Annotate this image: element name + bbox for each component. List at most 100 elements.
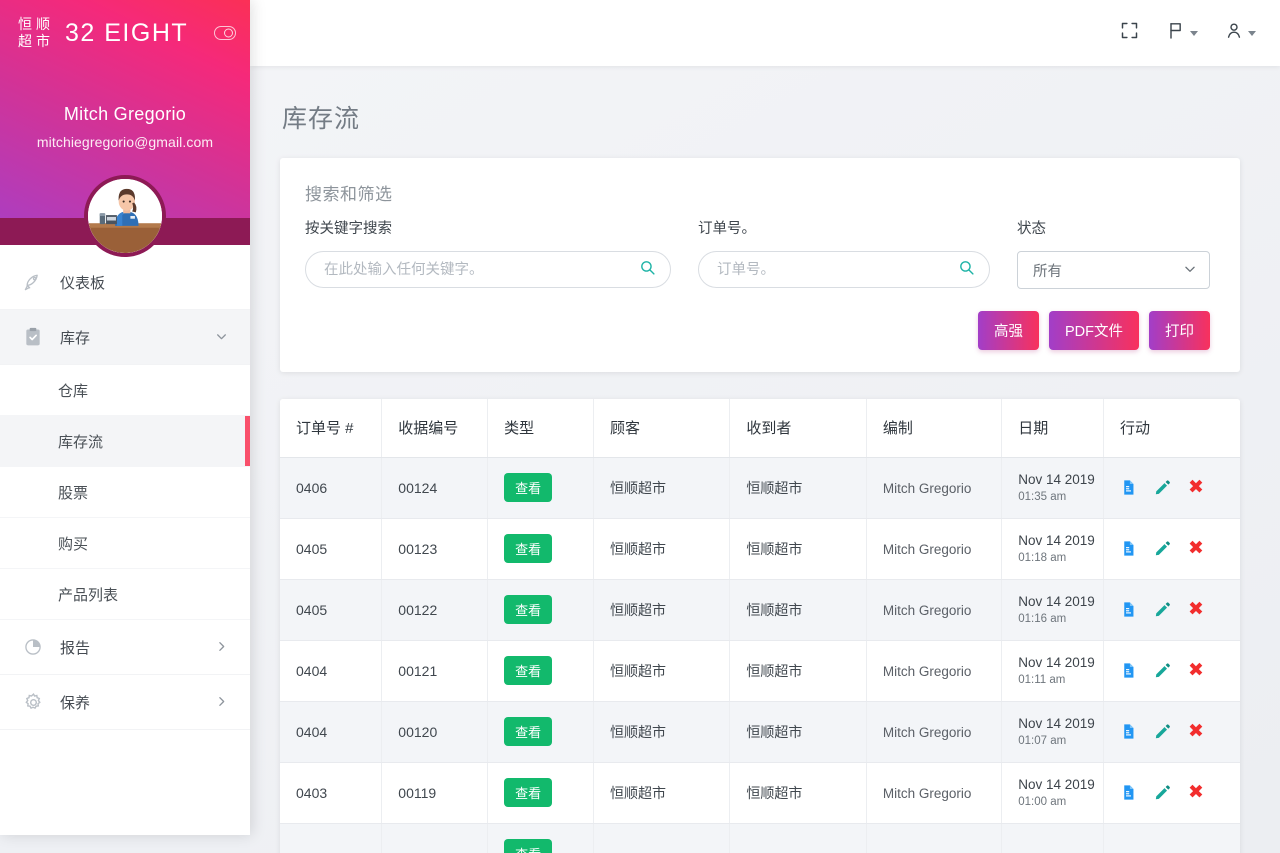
close-x-icon[interactable]: ✖: [1188, 661, 1204, 680]
document-icon[interactable]: [1120, 478, 1137, 497]
document-icon[interactable]: [1120, 661, 1137, 680]
cashier-avatar-icon: [88, 179, 162, 253]
fullscreen-button[interactable]: [1119, 20, 1140, 46]
close-x-icon[interactable]: ✖: [1188, 539, 1204, 558]
sidebar-item-reports[interactable]: 报告: [0, 620, 250, 675]
cell-receipt: 00123: [381, 518, 489, 580]
status-select-value: 所有: [1033, 263, 1062, 280]
flag-dropdown-button[interactable]: [1166, 20, 1198, 46]
pencil-icon[interactable]: [1154, 601, 1171, 618]
cell-prepared: Mitch Gregorio: [866, 701, 1003, 763]
pencil-icon[interactable]: [1154, 723, 1171, 740]
view-badge-button[interactable]: 查看: [504, 534, 553, 563]
table-row[interactable]: 0405 00123 查看 恒顺超市 恒顺超市 Mitch Gregorio Nov 14 …: [280, 518, 1240, 580]
search-input[interactable]: [306, 252, 670, 287]
sidebar-item-inventory[interactable]: 库存: [0, 310, 250, 365]
toggle-switch-icon[interactable]: [214, 26, 236, 40]
view-badge-button[interactable]: 查看: [504, 595, 553, 624]
sidebar-item-dashboard[interactable]: 仪表板: [0, 255, 250, 310]
column-header-date[interactable]: 日期: [1001, 399, 1105, 458]
logo-char-2: 顺: [36, 16, 50, 32]
cell-receipt: 00124: [381, 457, 489, 519]
close-x-icon[interactable]: ✖: [1188, 722, 1204, 741]
document-icon[interactable]: [1120, 783, 1137, 802]
print-button[interactable]: 打印: [1149, 311, 1210, 350]
cell-order: 0406: [280, 457, 383, 519]
cell-customer: 恒顺超市: [593, 640, 731, 702]
sidebar-subitem-stock[interactable]: 股票: [0, 467, 250, 518]
highlight-button[interactable]: 高强: [978, 311, 1039, 350]
document-icon[interactable]: [1120, 539, 1137, 558]
cell-order: 0404: [280, 640, 383, 702]
app-root: 恒 顺 超 市 32 EIGHT Mitch Gregorio mitchieg…: [0, 0, 1280, 853]
clipboard-check-icon: [22, 326, 44, 348]
order-field-group: 订单号。: [698, 217, 990, 289]
cell-receipt: 00119: [381, 762, 489, 824]
column-header-receiver[interactable]: 收到者: [729, 399, 867, 458]
cell-actions: ✖: [1103, 457, 1240, 519]
table-row[interactable]: 0403 00119 查看 恒顺超市 恒顺超市 Mitch Gregorio Nov 14 …: [280, 762, 1240, 824]
pencil-icon[interactable]: [1154, 479, 1171, 496]
cell-customer: [593, 823, 731, 853]
document-icon[interactable]: [1120, 600, 1137, 619]
flag-icon: [1166, 20, 1186, 46]
pdf-button[interactable]: PDF文件: [1049, 311, 1139, 350]
order-number-input[interactable]: [699, 252, 989, 287]
view-badge-button[interactable]: 查看: [504, 656, 553, 685]
cell-date: Nov 14 2019 01:07 am: [1001, 701, 1105, 763]
cell-actions: ✖: [1103, 640, 1240, 702]
filter-row: 按关键字搜索 订单号。: [305, 217, 1210, 289]
topbar: [250, 0, 1280, 66]
user-dropdown-button[interactable]: [1224, 20, 1256, 46]
pencil-icon[interactable]: [1154, 540, 1171, 557]
search-filter-card: 搜索和筛选 按关键字搜索 订单号。: [280, 158, 1240, 372]
filter-button-row: 高强 PDF文件 打印: [305, 311, 1210, 350]
chevron-down-icon: [1183, 262, 1197, 278]
sidebar-subitem-warehouse[interactable]: 仓库: [0, 365, 250, 416]
sidebar-subitem-label: 仓库: [58, 382, 89, 400]
order-input-wrapper[interactable]: [698, 251, 990, 288]
logo-char-1: 恒: [18, 16, 32, 32]
table-row[interactable]: 0405 00122 查看 恒顺超市 恒顺超市 Mitch Gregorio Nov 14 …: [280, 579, 1240, 641]
pencil-icon[interactable]: [1154, 662, 1171, 679]
pie-chart-icon: [22, 636, 44, 658]
column-header-type[interactable]: 类型: [487, 399, 595, 458]
table-row[interactable]: 0404 00120 查看 恒顺超市 恒顺超市 Mitch Gregorio Nov 14 …: [280, 701, 1240, 763]
cell-receipt: [381, 823, 489, 853]
status-select[interactable]: 所有: [1017, 251, 1210, 289]
close-x-icon[interactable]: ✖: [1188, 783, 1204, 802]
pencil-icon[interactable]: [1154, 784, 1171, 801]
logo-char-3: 超: [18, 33, 32, 49]
keyword-label: 按关键字搜索: [305, 221, 392, 237]
cell-receipt: 00121: [381, 640, 489, 702]
rocket-icon: [22, 271, 44, 293]
sidebar-subitem-purchase[interactable]: 购买: [0, 518, 250, 569]
column-header-customer[interactable]: 顾客: [593, 399, 731, 458]
avatar[interactable]: [84, 175, 166, 257]
table-row[interactable]: 查看: [280, 823, 1240, 853]
view-badge-button[interactable]: 查看: [504, 473, 553, 502]
close-x-icon[interactable]: ✖: [1188, 478, 1204, 497]
sidebar-item-maintenance[interactable]: 保养: [0, 675, 250, 730]
cell-type: 查看: [487, 701, 595, 763]
column-header-actions: 行动: [1103, 399, 1240, 458]
view-badge-button[interactable]: 查看: [504, 839, 553, 853]
view-badge-button[interactable]: 查看: [504, 778, 553, 807]
sidebar-subitem-product-list[interactable]: 产品列表: [0, 569, 250, 620]
chevron-right-icon: [215, 640, 228, 655]
column-header-order[interactable]: 订单号 #: [280, 399, 383, 458]
column-header-prepared[interactable]: 编制: [866, 399, 1003, 458]
cell-receiver: 恒顺超市: [729, 762, 867, 824]
document-icon[interactable]: [1120, 722, 1137, 741]
view-badge-button[interactable]: 查看: [504, 717, 553, 746]
sidebar-subitem-inventory-flow[interactable]: 库存流: [0, 416, 250, 467]
keyword-input-wrapper[interactable]: [305, 251, 671, 288]
cell-date: Nov 14 2019 01:00 am: [1001, 762, 1105, 824]
cell-order: 0404: [280, 701, 383, 763]
column-header-receipt[interactable]: 收据编号: [381, 399, 489, 458]
table-row[interactable]: 0404 00121 查看 恒顺超市 恒顺超市 Mitch Gregorio Nov 14 …: [280, 640, 1240, 702]
close-x-icon[interactable]: ✖: [1188, 600, 1204, 619]
keyword-field-group: 按关键字搜索: [305, 217, 671, 289]
table-row[interactable]: 0406 00124 查看 恒顺超市 恒顺超市 Mitch Gregorio Nov 14 …: [280, 457, 1240, 519]
cell-type: 查看: [487, 762, 595, 824]
